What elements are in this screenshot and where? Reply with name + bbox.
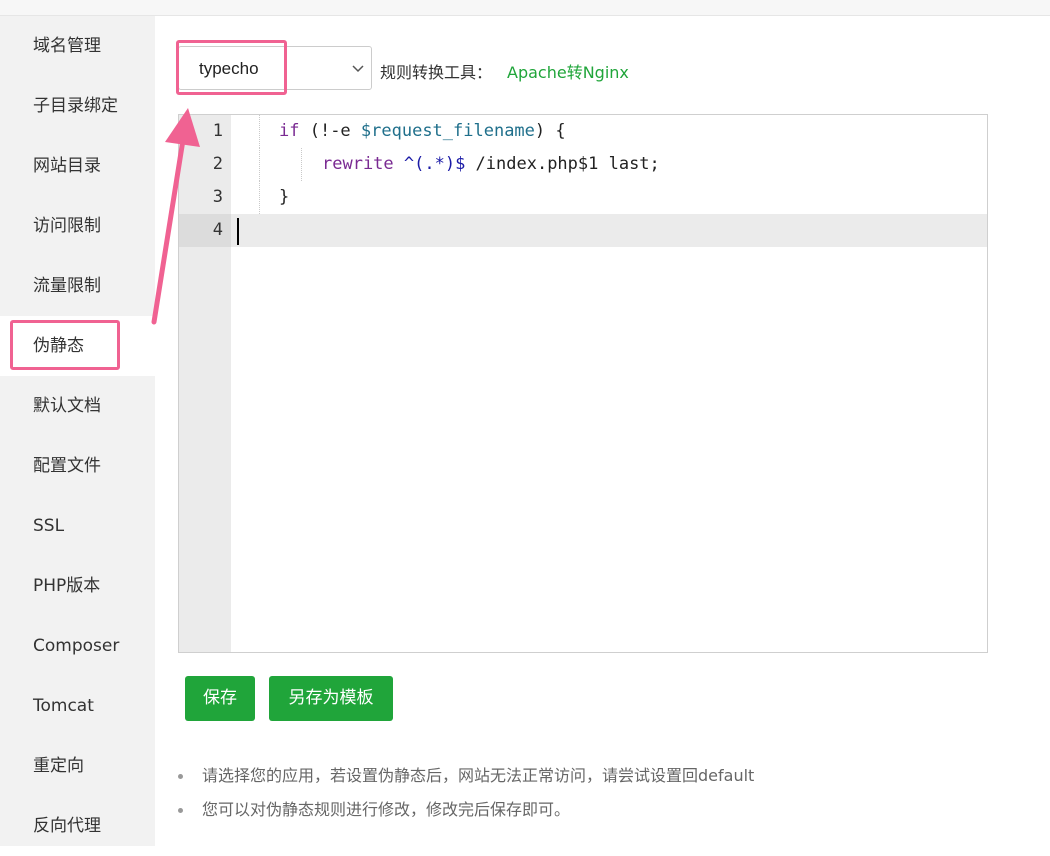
- apache-to-nginx-link[interactable]: Apache转Nginx: [507, 59, 629, 83]
- code-text: (!-e: [299, 121, 361, 141]
- save-button[interactable]: 保存: [185, 676, 255, 721]
- sidebar-item-php-version[interactable]: PHP版本: [0, 556, 155, 616]
- indent-guide: [259, 115, 260, 148]
- app-select-value: typecho: [199, 59, 259, 78]
- line-number: 3: [212, 187, 223, 207]
- sidebar-item-reverse-proxy[interactable]: 反向代理: [0, 796, 155, 856]
- editor-active-line: [231, 214, 987, 247]
- tip-item: 请选择您的应用，若设置伪静态后，网站无法正常访问，请尝试设置回default: [175, 763, 1035, 797]
- sidebar-item-default-doc[interactable]: 默认文档: [0, 376, 155, 436]
- sidebar-item-redirect[interactable]: 重定向: [0, 736, 155, 796]
- code-variable: $request_filename: [360, 121, 535, 141]
- sidebar-item-tomcat[interactable]: Tomcat: [0, 676, 155, 736]
- sidebar-item-access-limit[interactable]: 访问限制: [0, 196, 155, 256]
- sidebar-item-domain[interactable]: 域名管理: [0, 16, 155, 76]
- code-text: ) {: [534, 121, 566, 141]
- app-select[interactable]: typecho: [178, 46, 372, 90]
- sidebar-item-traffic-limit[interactable]: 流量限制: [0, 256, 155, 316]
- line-number: 2: [212, 154, 223, 174]
- code-line-3: }: [279, 187, 290, 207]
- chevron-down-icon: [352, 65, 364, 73]
- indent-guide: [301, 148, 302, 181]
- sidebar: 域名管理 子目录绑定 网站目录 访问限制 流量限制 伪静态 默认文档 配置文件 …: [0, 16, 155, 846]
- sidebar-item-rewrite[interactable]: 伪静态: [0, 316, 155, 376]
- line-number: 1: [212, 121, 223, 141]
- code-regex: ^(.*)$: [393, 154, 466, 174]
- sidebar-item-ssl[interactable]: SSL: [0, 496, 155, 556]
- rule-convert-label: 规则转换工具：: [380, 63, 493, 82]
- tip-item: 您可以对伪静态规则进行修改，修改完后保存即可。: [175, 797, 1035, 831]
- sidebar-item-config-file[interactable]: 配置文件: [0, 436, 155, 496]
- tips-list: 请选择您的应用，若设置伪静态后，网站无法正常访问，请尝试设置回default 您…: [175, 763, 1035, 831]
- save-as-template-button[interactable]: 另存为模板: [269, 676, 393, 721]
- code-line-1: if (!-e $request_filename) {: [279, 115, 566, 148]
- code-keyword: if: [279, 121, 300, 141]
- sidebar-item-site-dir[interactable]: 网站目录: [0, 136, 155, 196]
- sidebar-item-composer[interactable]: Composer: [0, 616, 155, 676]
- code-editor[interactable]: 1 2 3 4 if (!-e $request_filename) { rew…: [178, 114, 988, 653]
- code-line-2: rewrite ^(.*)$ /index.php$1 last;: [322, 148, 660, 181]
- code-keyword: rewrite: [322, 154, 394, 174]
- code-text: /index.php$1 last;: [465, 154, 660, 174]
- indent-guide: [259, 148, 260, 181]
- text-cursor: [237, 218, 239, 245]
- top-bar: [0, 0, 1050, 16]
- indent-guide: [259, 181, 260, 214]
- sidebar-item-subdir[interactable]: 子目录绑定: [0, 76, 155, 136]
- line-number: 4: [212, 220, 223, 240]
